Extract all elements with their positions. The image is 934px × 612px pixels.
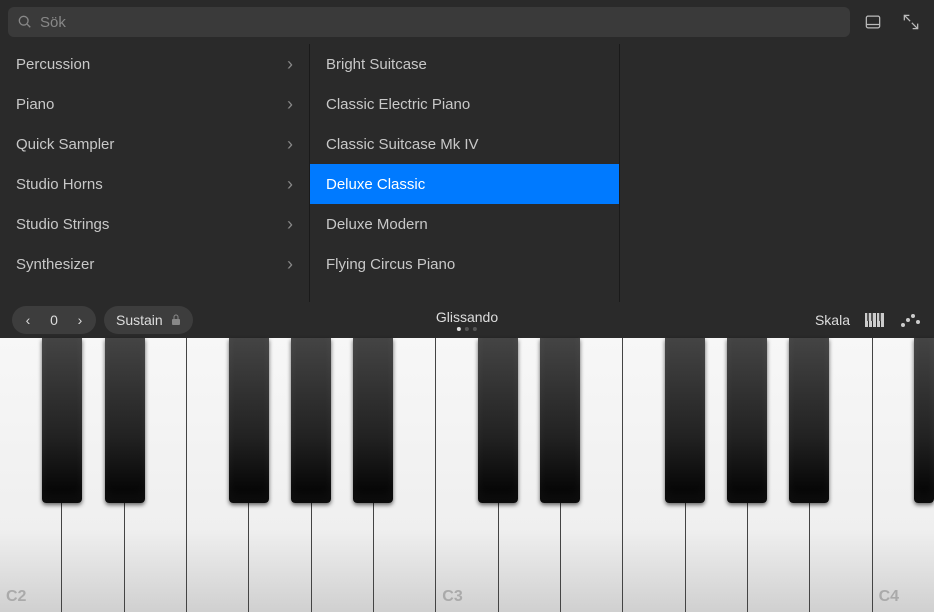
preset-item[interactable]: Flying Circus Piano xyxy=(310,244,619,284)
sustain-label: Sustain xyxy=(116,312,163,328)
play-mode-label: Glissando xyxy=(436,309,498,325)
key-label: C4 xyxy=(879,588,899,606)
category-item[interactable]: Piano › xyxy=(0,84,309,124)
page-dots xyxy=(436,327,498,331)
category-label: Studio Strings xyxy=(16,216,109,233)
chevron-right-icon: › xyxy=(287,54,293,75)
chevron-right-icon: › xyxy=(287,134,293,155)
keyboard-toolbar: ‹ 0 › Sustain Glissando Skala xyxy=(0,302,934,338)
octave-up-button[interactable]: › xyxy=(68,308,92,332)
keyboard-view-button[interactable] xyxy=(864,312,886,328)
preset-item-selected[interactable]: Deluxe Classic xyxy=(310,164,619,204)
search-icon xyxy=(18,15,32,29)
black-key[interactable] xyxy=(229,338,269,503)
category-label: Synthesizer xyxy=(16,256,94,273)
category-label: Percussion xyxy=(16,56,90,73)
category-label: Studio Horns xyxy=(16,176,103,193)
category-item[interactable]: Studio Horns › xyxy=(0,164,309,204)
chevron-right-icon: › xyxy=(287,94,293,115)
black-key[interactable] xyxy=(105,338,145,503)
black-key[interactable] xyxy=(540,338,580,503)
dot-icon xyxy=(465,327,469,331)
chevron-right-icon: › xyxy=(287,214,293,235)
category-item[interactable]: Synthesizer › xyxy=(0,244,309,284)
dot-icon xyxy=(457,327,461,331)
scale-button[interactable]: Skala xyxy=(815,312,850,328)
arpeggiator-button[interactable] xyxy=(900,312,922,328)
preset-label: Classic Electric Piano xyxy=(326,96,470,113)
fullscreen-button[interactable] xyxy=(896,7,926,37)
search-input[interactable] xyxy=(40,14,840,31)
chevron-right-icon: › xyxy=(287,254,293,275)
search-field-wrap[interactable] xyxy=(8,7,850,37)
black-key[interactable] xyxy=(42,338,82,503)
category-item[interactable]: Quick Sampler › xyxy=(0,124,309,164)
key-label: C3 xyxy=(442,588,462,606)
right-tools: Skala xyxy=(815,312,922,328)
key-label: C2 xyxy=(6,588,26,606)
octave-stepper: ‹ 0 › xyxy=(12,306,96,334)
octave-down-button[interactable]: ‹ xyxy=(16,308,40,332)
category-item[interactable]: Percussion › xyxy=(0,44,309,84)
chevron-right-icon: › xyxy=(287,174,293,195)
black-key[interactable] xyxy=(291,338,331,503)
detail-column xyxy=(620,44,934,302)
preset-item[interactable]: Classic Suitcase Mk IV xyxy=(310,124,619,164)
preset-label: Classic Suitcase Mk IV xyxy=(326,136,479,153)
preset-item[interactable]: Classic Electric Piano xyxy=(310,84,619,124)
black-key[interactable] xyxy=(665,338,705,503)
category-column: Percussion › Piano › Quick Sampler › Studio… xyxy=(0,44,310,302)
dot-icon xyxy=(473,327,477,331)
preset-label: Deluxe Modern xyxy=(326,216,428,233)
preset-item[interactable]: Deluxe Modern xyxy=(310,204,619,244)
black-key[interactable] xyxy=(789,338,829,503)
preset-item[interactable]: Bright Suitcase xyxy=(310,44,619,84)
black-key[interactable] xyxy=(914,338,934,503)
category-label: Piano xyxy=(16,96,54,113)
octave-value: 0 xyxy=(40,312,68,328)
preset-label: Flying Circus Piano xyxy=(326,256,455,273)
category-label: Quick Sampler xyxy=(16,136,114,153)
black-key[interactable] xyxy=(353,338,393,503)
top-bar xyxy=(0,0,934,44)
sound-browser: Percussion › Piano › Quick Sampler › Studio… xyxy=(0,44,934,302)
preset-column: Bright Suitcase Classic Electric Piano C… xyxy=(310,44,620,302)
black-key[interactable] xyxy=(478,338,518,503)
sustain-button[interactable]: Sustain xyxy=(104,306,193,334)
play-mode[interactable]: Glissando xyxy=(436,309,498,331)
lock-icon xyxy=(171,314,181,326)
category-item[interactable]: Studio Strings › xyxy=(0,204,309,244)
preset-label: Bright Suitcase xyxy=(326,56,427,73)
preset-label: Deluxe Classic xyxy=(326,176,425,193)
piano-keyboard: C2 C3 C4 xyxy=(0,338,934,612)
black-key[interactable] xyxy=(727,338,767,503)
view-toggle-button[interactable] xyxy=(858,7,888,37)
